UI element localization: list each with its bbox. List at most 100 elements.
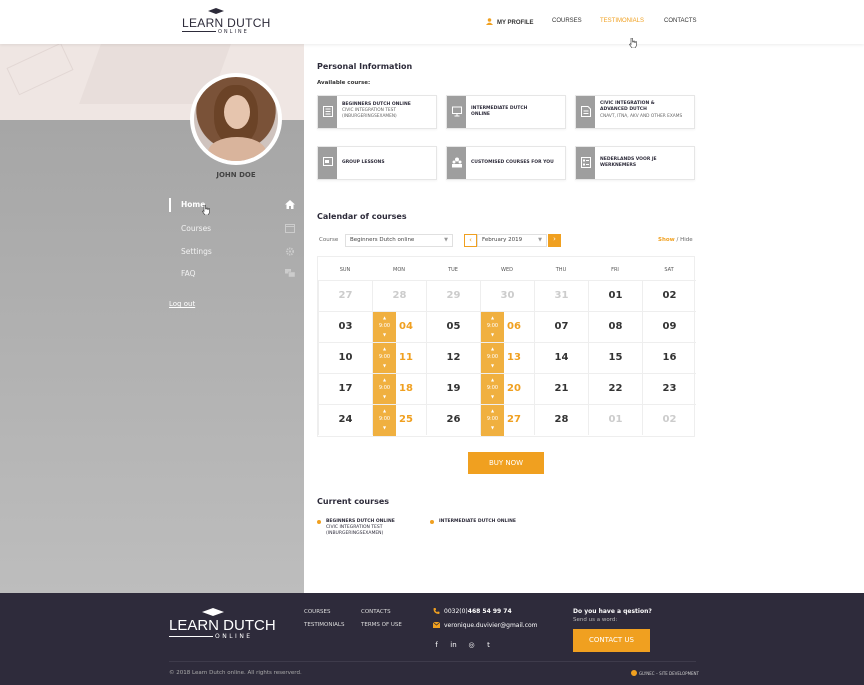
calendar-day[interactable]: 27 [318, 280, 372, 311]
chevron-down-icon[interactable]: ▼ [481, 332, 504, 337]
buy-now-button[interactable]: BUY NOW [468, 452, 544, 474]
footer-link-courses[interactable]: COURSES [304, 609, 330, 615]
nav-contacts[interactable]: CONTACTS [664, 18, 697, 24]
course-card[interactable]: BEGINNERS DUTCH ONLINE CIVIC INTEGRATION… [317, 95, 437, 129]
calendar-day-with-session[interactable]: ▲ 9:00 ▼ 04 [372, 311, 426, 343]
calendar-day[interactable]: 28 [534, 404, 588, 435]
calendar-day[interactable]: 01 [588, 404, 642, 435]
calendar-day[interactable]: 02 [642, 404, 696, 435]
chevron-down-icon[interactable]: ▼ [481, 363, 504, 368]
calendar-day[interactable]: 05 [426, 311, 480, 342]
contact-us-button[interactable]: CONTACT US [573, 629, 650, 652]
sidebar-item-courses[interactable]: Courses [169, 222, 297, 236]
logout-link[interactable]: Log out [169, 300, 195, 308]
calendar-day[interactable]: 31 [534, 280, 588, 311]
calendar-day-with-session[interactable]: ▲ 9:00 ▼ 27 [480, 404, 534, 436]
logo-text-sub: ONLINE [218, 29, 249, 35]
calendar-day[interactable]: 02 [642, 280, 696, 311]
chevron-up-icon[interactable]: ▲ [373, 346, 396, 351]
chevron-down-icon[interactable]: ▼ [373, 363, 396, 368]
prev-month-button[interactable]: ‹ [464, 234, 477, 247]
chevron-up-icon[interactable]: ▲ [373, 315, 396, 320]
calendar-day-with-session[interactable]: ▲ 9:00 ▼ 20 [480, 373, 534, 405]
current-course-item[interactable]: INTERMEDIATE DUTCH ONLINE [430, 519, 539, 525]
current-course-title: INTERMEDIATE DUTCH ONLINE [439, 519, 516, 524]
calendar-day[interactable]: 26 [426, 404, 480, 435]
chevron-right-icon: › [553, 235, 556, 243]
chevron-up-icon[interactable]: ▲ [373, 408, 396, 413]
calendar-day[interactable]: 12 [426, 342, 480, 373]
calendar-day[interactable]: 24 [318, 404, 372, 435]
calendar-day[interactable]: 21 [534, 373, 588, 404]
calendar-day-with-session[interactable]: ▲ 9:00 ▼ 11 [372, 342, 426, 374]
developer-credit[interactable]: GLYNEC – SITE DEVELOPMENT [631, 670, 699, 676]
nav-courses[interactable]: COURSES [552, 18, 582, 24]
chevron-up-icon[interactable]: ▲ [481, 408, 504, 413]
show-link[interactable]: Show [658, 237, 675, 243]
calendar-day[interactable]: 16 [642, 342, 696, 373]
next-month-button[interactable]: › [548, 234, 561, 247]
calendar-day[interactable]: 30 [480, 280, 534, 311]
calendar-day[interactable]: 03 [318, 311, 372, 342]
show-hide-toggle[interactable]: Show / Hide [658, 237, 693, 243]
chevron-down-icon[interactable]: ▼ [373, 425, 396, 430]
course-card[interactable]: CIVIC INTEGRATION & ADVANCED DUTCH CNAVT… [575, 95, 695, 129]
linkedin-icon[interactable]: in [449, 641, 458, 650]
sidebar-item-faq[interactable]: FAQ [169, 267, 297, 281]
calendar-day[interactable]: 01 [588, 280, 642, 311]
calendar-day[interactable]: 14 [534, 342, 588, 373]
calendar-day-with-session[interactable]: ▲ 9:00 ▼ 18 [372, 373, 426, 405]
calendar-day[interactable]: 29 [426, 280, 480, 311]
calendar-day[interactable]: 17 [318, 373, 372, 404]
presentation-icon [323, 157, 333, 166]
current-course-item[interactable]: BEGINNERS DUTCH ONLINE CIVIC INTEGRATION… [317, 519, 406, 537]
hide-link[interactable]: Hide [680, 237, 693, 243]
calendar-day-with-session[interactable]: ▲ 9:00 ▼ 06 [480, 311, 534, 343]
footer-link-terms[interactable]: TERMS OF USE [361, 622, 402, 628]
chevron-down-icon[interactable]: ▼ [481, 394, 504, 399]
chevron-up-icon[interactable]: ▲ [373, 377, 396, 382]
month-select[interactable]: February 2019 ▼ [477, 234, 547, 247]
calendar-day[interactable]: 28 [372, 280, 426, 311]
course-card[interactable]: CUSTOMISED COURSES FOR YOU [446, 146, 566, 180]
chevron-down-icon[interactable]: ▼ [373, 332, 396, 337]
chevron-down-icon[interactable]: ▼ [373, 394, 396, 399]
day-number: 18 [399, 383, 413, 394]
facebook-icon[interactable]: f [432, 641, 441, 650]
calendar-day[interactable]: 07 [534, 311, 588, 342]
site-footer [0, 593, 864, 685]
calendar-day-with-session[interactable]: ▲ 9:00 ▼ 13 [480, 342, 534, 374]
calendar-day-with-session[interactable]: ▲ 9:00 ▼ 25 [372, 404, 426, 436]
calendar-day[interactable]: 22 [588, 373, 642, 404]
chevron-up-icon[interactable]: ▲ [481, 346, 504, 351]
footer-link-contacts[interactable]: CONTACTS [361, 609, 391, 615]
nav-my-profile[interactable]: MY PROFILE [486, 18, 534, 26]
calendar-day[interactable]: 08 [588, 311, 642, 342]
course-select[interactable]: Beginners Dutch online ▼ [345, 234, 453, 247]
course-card[interactable]: NEDERLANDS VOOR JE WERKNEMERS [575, 146, 695, 180]
day-number: 19 [446, 383, 461, 394]
calendar-day[interactable]: 19 [426, 373, 480, 404]
calendar-day[interactable]: 10 [318, 342, 372, 373]
chevron-up-icon[interactable]: ▲ [481, 315, 504, 320]
calendar-day[interactable]: 23 [642, 373, 696, 404]
calendar-day[interactable]: 15 [588, 342, 642, 373]
sidebar-item-settings[interactable]: Settings [169, 245, 297, 259]
instagram-icon[interactable]: ◎ [467, 641, 476, 650]
footer-logo[interactable]: LEARN DUTCH ONLINE [169, 608, 276, 640]
nav-testimonials[interactable]: TESTIMONIALS [600, 18, 644, 24]
twitter-icon[interactable]: t [484, 641, 493, 650]
group-icon [452, 157, 462, 168]
footer-link-testimonials[interactable]: TESTIMONIALS [304, 622, 344, 628]
chevron-up-icon[interactable]: ▲ [481, 377, 504, 382]
logo[interactable]: LEARN DUTCH ONLINE [182, 8, 270, 36]
avatar[interactable] [190, 73, 282, 165]
footer-email[interactable]: veronique.duvivier@gmail.com [433, 622, 538, 629]
day-number: 08 [608, 321, 623, 332]
chevron-down-icon[interactable]: ▼ [481, 425, 504, 430]
calendar-day[interactable]: 09 [642, 311, 696, 342]
footer-phone[interactable]: 0032(0)468 54 99 74 [433, 608, 512, 615]
sidebar-item-home[interactable]: Home [169, 198, 297, 212]
course-card[interactable]: GROUP LESSONS [317, 146, 437, 180]
course-card[interactable]: INTERMEDIATE DUTCH ONLINE [446, 95, 566, 129]
